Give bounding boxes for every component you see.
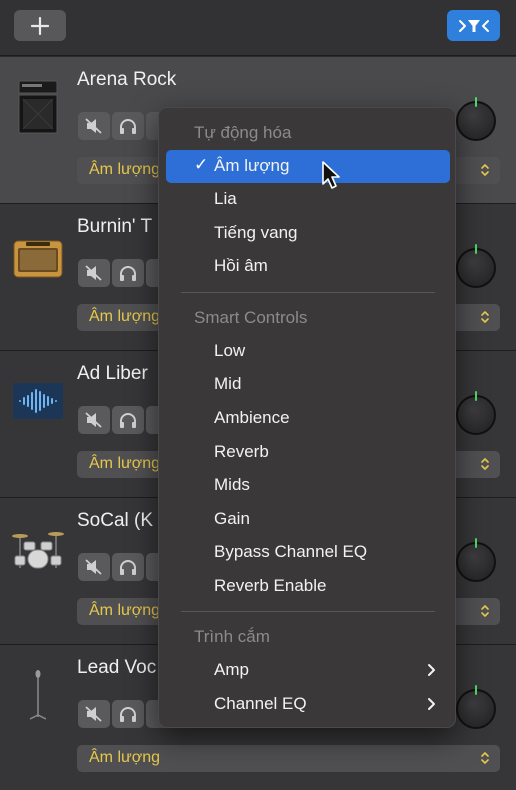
menu-item-channel-eq[interactable]: Channel EQ	[166, 688, 450, 721]
menu-item-label: Channel EQ	[214, 694, 307, 713]
speaker-muted-icon	[85, 559, 102, 575]
chevron-updown-icon	[481, 164, 489, 176]
mute-button[interactable]	[78, 406, 110, 434]
automation-select-label: Âm lượng	[89, 308, 160, 325]
menu-item-label: Reverb Enable	[214, 576, 327, 595]
mouse-cursor-icon	[322, 161, 340, 189]
chevron-updown-icon	[481, 752, 489, 764]
chevron-updown-icon	[481, 605, 489, 617]
menu-item-label: Reverb	[214, 442, 269, 461]
headphones-button[interactable]	[112, 406, 144, 434]
automation-filter-button[interactable]	[447, 10, 500, 41]
volume-knob[interactable]	[456, 538, 496, 582]
chevron-right-icon	[428, 698, 435, 710]
automation-select-label: Âm lượng	[89, 602, 160, 619]
drum-kit-icon	[12, 518, 64, 578]
headphones-button[interactable]	[112, 700, 144, 728]
speaker-muted-icon	[85, 118, 102, 134]
menu-item-reverb-send[interactable]: Hồi âm	[166, 250, 450, 283]
menu-separator	[181, 611, 435, 612]
headphones-icon	[120, 560, 136, 575]
automation-select-label: Âm lượng	[89, 161, 160, 178]
menu-item-amp[interactable]: Amp	[166, 654, 450, 687]
menu-item-reverb[interactable]: Reverb	[166, 436, 450, 469]
volume-knob[interactable]	[456, 244, 496, 288]
speaker-muted-icon	[85, 412, 102, 428]
menu-item-volume[interactable]: ✓ Âm lượng	[166, 150, 450, 183]
menu-item-label: Bypass Channel EQ	[214, 542, 368, 561]
plus-icon	[31, 17, 49, 35]
mute-button[interactable]	[78, 700, 110, 728]
microphone-icon	[12, 665, 64, 725]
automation-parameter-menu: Tự động hóa ✓ Âm lượng Lia Tiếng vang Hồ…	[158, 107, 456, 728]
amp-stack-icon	[12, 77, 64, 137]
mute-button[interactable]	[78, 259, 110, 287]
menu-item-label: Tiếng vang	[214, 223, 298, 242]
headphones-icon	[120, 707, 136, 722]
track-name[interactable]: Ad Liber	[77, 363, 148, 385]
combo-amp-icon	[12, 224, 64, 284]
headphones-icon	[120, 119, 136, 134]
menu-item-label: Âm lượng	[214, 156, 290, 175]
menu-item-mids[interactable]: Mids	[166, 469, 450, 502]
menu-item-label: Low	[214, 341, 246, 360]
automation-parameter-select[interactable]: Âm lượng	[77, 745, 500, 772]
menu-item-label: Gain	[214, 509, 250, 528]
chevron-right-icon	[428, 664, 435, 676]
menu-item-label: Hồi âm	[214, 256, 268, 275]
headphones-button[interactable]	[112, 112, 144, 140]
mute-button[interactable]	[78, 112, 110, 140]
menu-item-echo[interactable]: Tiếng vang	[166, 217, 450, 250]
headphones-icon	[120, 266, 136, 281]
automation-select-label: Âm lượng	[89, 455, 160, 472]
menu-section-plugins: Trình cắm	[194, 627, 270, 646]
track-name[interactable]: SoCal (K	[77, 510, 153, 532]
menu-item-pan[interactable]: Lia	[166, 183, 450, 216]
track-name[interactable]: Lead Voc	[77, 657, 156, 679]
checkmark-icon: ✓	[194, 155, 209, 174]
volume-knob[interactable]	[456, 97, 496, 141]
mute-button[interactable]	[78, 553, 110, 581]
menu-item-reverb-enable[interactable]: Reverb Enable	[166, 570, 450, 603]
headphones-button[interactable]	[112, 553, 144, 581]
menu-item-label: Mid	[214, 374, 242, 393]
menu-section-smart-controls: Smart Controls	[194, 308, 308, 327]
add-track-button[interactable]	[14, 10, 66, 41]
menu-item-label: Mids	[214, 475, 250, 494]
menu-section-automation: Tự động hóa	[194, 123, 292, 142]
menu-item-low[interactable]: Low	[166, 335, 450, 368]
track-name[interactable]: Arena Rock	[77, 69, 176, 91]
menu-item-gain[interactable]: Gain	[166, 503, 450, 536]
menu-item-label: Ambience	[214, 408, 290, 427]
menu-separator	[181, 292, 435, 293]
headphones-button[interactable]	[112, 259, 144, 287]
chevron-updown-icon	[481, 311, 489, 323]
volume-knob[interactable]	[456, 685, 496, 729]
menu-item-ambience[interactable]: Ambience	[166, 402, 450, 435]
waveform-icon	[12, 371, 64, 431]
toolbar	[0, 0, 516, 56]
speaker-muted-icon	[85, 706, 102, 722]
menu-item-bypass-channel-eq[interactable]: Bypass Channel EQ	[166, 536, 450, 569]
volume-knob[interactable]	[456, 391, 496, 435]
headphones-icon	[120, 413, 136, 428]
automation-select-label: Âm lượng	[89, 749, 160, 766]
menu-item-label: Amp	[214, 660, 249, 679]
filter-icon	[459, 20, 489, 32]
menu-item-mid[interactable]: Mid	[166, 368, 450, 401]
speaker-muted-icon	[85, 265, 102, 281]
track-name[interactable]: Burnin' T	[77, 216, 152, 238]
menu-item-label: Lia	[214, 189, 237, 208]
chevron-updown-icon	[481, 458, 489, 470]
